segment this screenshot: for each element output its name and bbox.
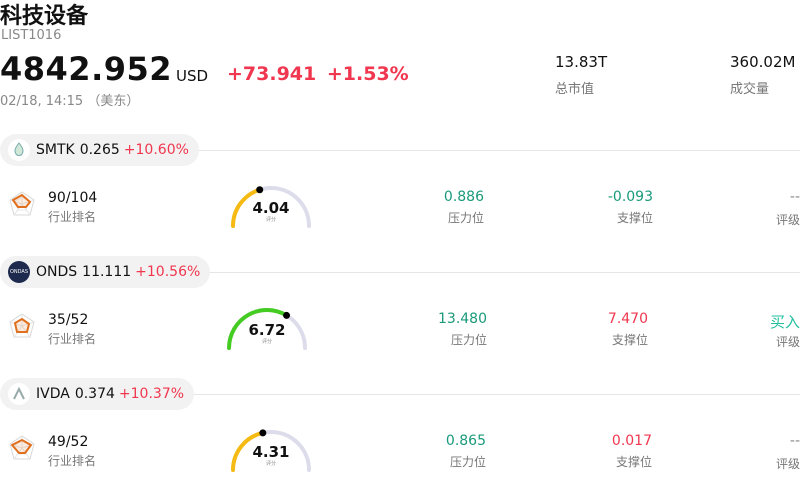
stock-ticker: IVDA (36, 386, 70, 402)
market-cap-label: 总市值 (555, 82, 595, 97)
market-cap-value: 13.83T (555, 53, 608, 71)
score-label: 评分 (261, 339, 272, 345)
industry-rank-value: 35/52 (48, 312, 89, 328)
support-level-value: 7.470 (607, 311, 648, 327)
industry-rank-label: 行业排名 (48, 332, 97, 346)
industry-rank-label: 行业排名 (48, 210, 97, 224)
stock-change-percent: +10.60% (123, 142, 189, 158)
industry-rank-value: 90/104 (48, 190, 98, 206)
stock-price: 0.374 (74, 386, 115, 402)
pressure-level-label: 压力位 (450, 333, 487, 347)
stock-price: 0.265 (79, 142, 120, 158)
stock-pill[interactable]: ONDAS ONDS 11.111 +10.56% (0, 256, 211, 288)
stock-ticker: SMTK (36, 142, 75, 158)
divider (190, 394, 800, 395)
divider (190, 272, 800, 273)
rating-value[interactable]: -- (720, 433, 800, 449)
stock-pill[interactable]: IVDA 0.374 +10.37% (0, 378, 195, 410)
change-value: +73.941 (227, 63, 317, 85)
support-level-value: 0.017 (611, 433, 652, 449)
rating-label: 评级 (775, 335, 800, 349)
pressure-level-label: 压力位 (447, 211, 484, 225)
stock-logo-icon (8, 383, 30, 405)
support-level-label: 支撑位 (616, 211, 653, 225)
industry-rank-radar-icon (9, 435, 35, 460)
divider (190, 150, 800, 151)
score-value: 6.72 (248, 321, 286, 339)
industry-rank-label: 行业排名 (48, 454, 97, 468)
pressure-level-label: 压力位 (449, 455, 486, 469)
support-level-value: -0.093 (607, 189, 653, 205)
support-level-label: 支撑位 (611, 333, 648, 347)
stock-ticker: ONDS (36, 264, 78, 280)
stock-change-percent: +10.37% (118, 386, 185, 402)
stock-price: 11.111 (82, 264, 132, 280)
currency-label: USD (176, 67, 209, 85)
score-value: 4.04 (252, 199, 290, 217)
industry-rank-radar-icon (9, 313, 35, 338)
stock-logo-icon (8, 139, 30, 161)
stock-change-percent: +10.56% (135, 264, 201, 280)
rating-label: 评级 (775, 457, 800, 471)
stock-logo-icon: ONDAS (8, 261, 30, 283)
volume-label: 成交量 (730, 82, 770, 97)
pressure-level-value: 0.865 (445, 433, 486, 449)
stock-pill[interactable]: SMTK 0.265 +10.60% (0, 134, 199, 166)
score-label: 评分 (265, 461, 276, 467)
support-level-label: 支撑位 (615, 455, 652, 469)
volume-value: 360.02M (730, 53, 796, 71)
rating-value[interactable]: 买入 (720, 311, 800, 332)
index-price: 4842.952 (0, 50, 173, 88)
industry-rank-radar-icon (9, 191, 35, 216)
index-title: 科技设备 (0, 4, 89, 29)
industry-rank-value: 49/52 (48, 434, 89, 450)
change-percent: +1.53% (326, 63, 409, 85)
price-change: +73.941 +1.53% (227, 63, 409, 85)
pressure-level-value: 0.886 (443, 189, 484, 205)
rating-value[interactable]: -- (720, 189, 800, 205)
index-code: LIST1016 (1, 28, 62, 43)
timestamp: 02/18, 14:15 （美东） (0, 94, 140, 109)
score-value: 4.31 (252, 443, 290, 461)
pressure-level-value: 13.480 (438, 311, 487, 327)
score-label: 评分 (265, 217, 276, 223)
rating-label: 评级 (775, 213, 800, 227)
